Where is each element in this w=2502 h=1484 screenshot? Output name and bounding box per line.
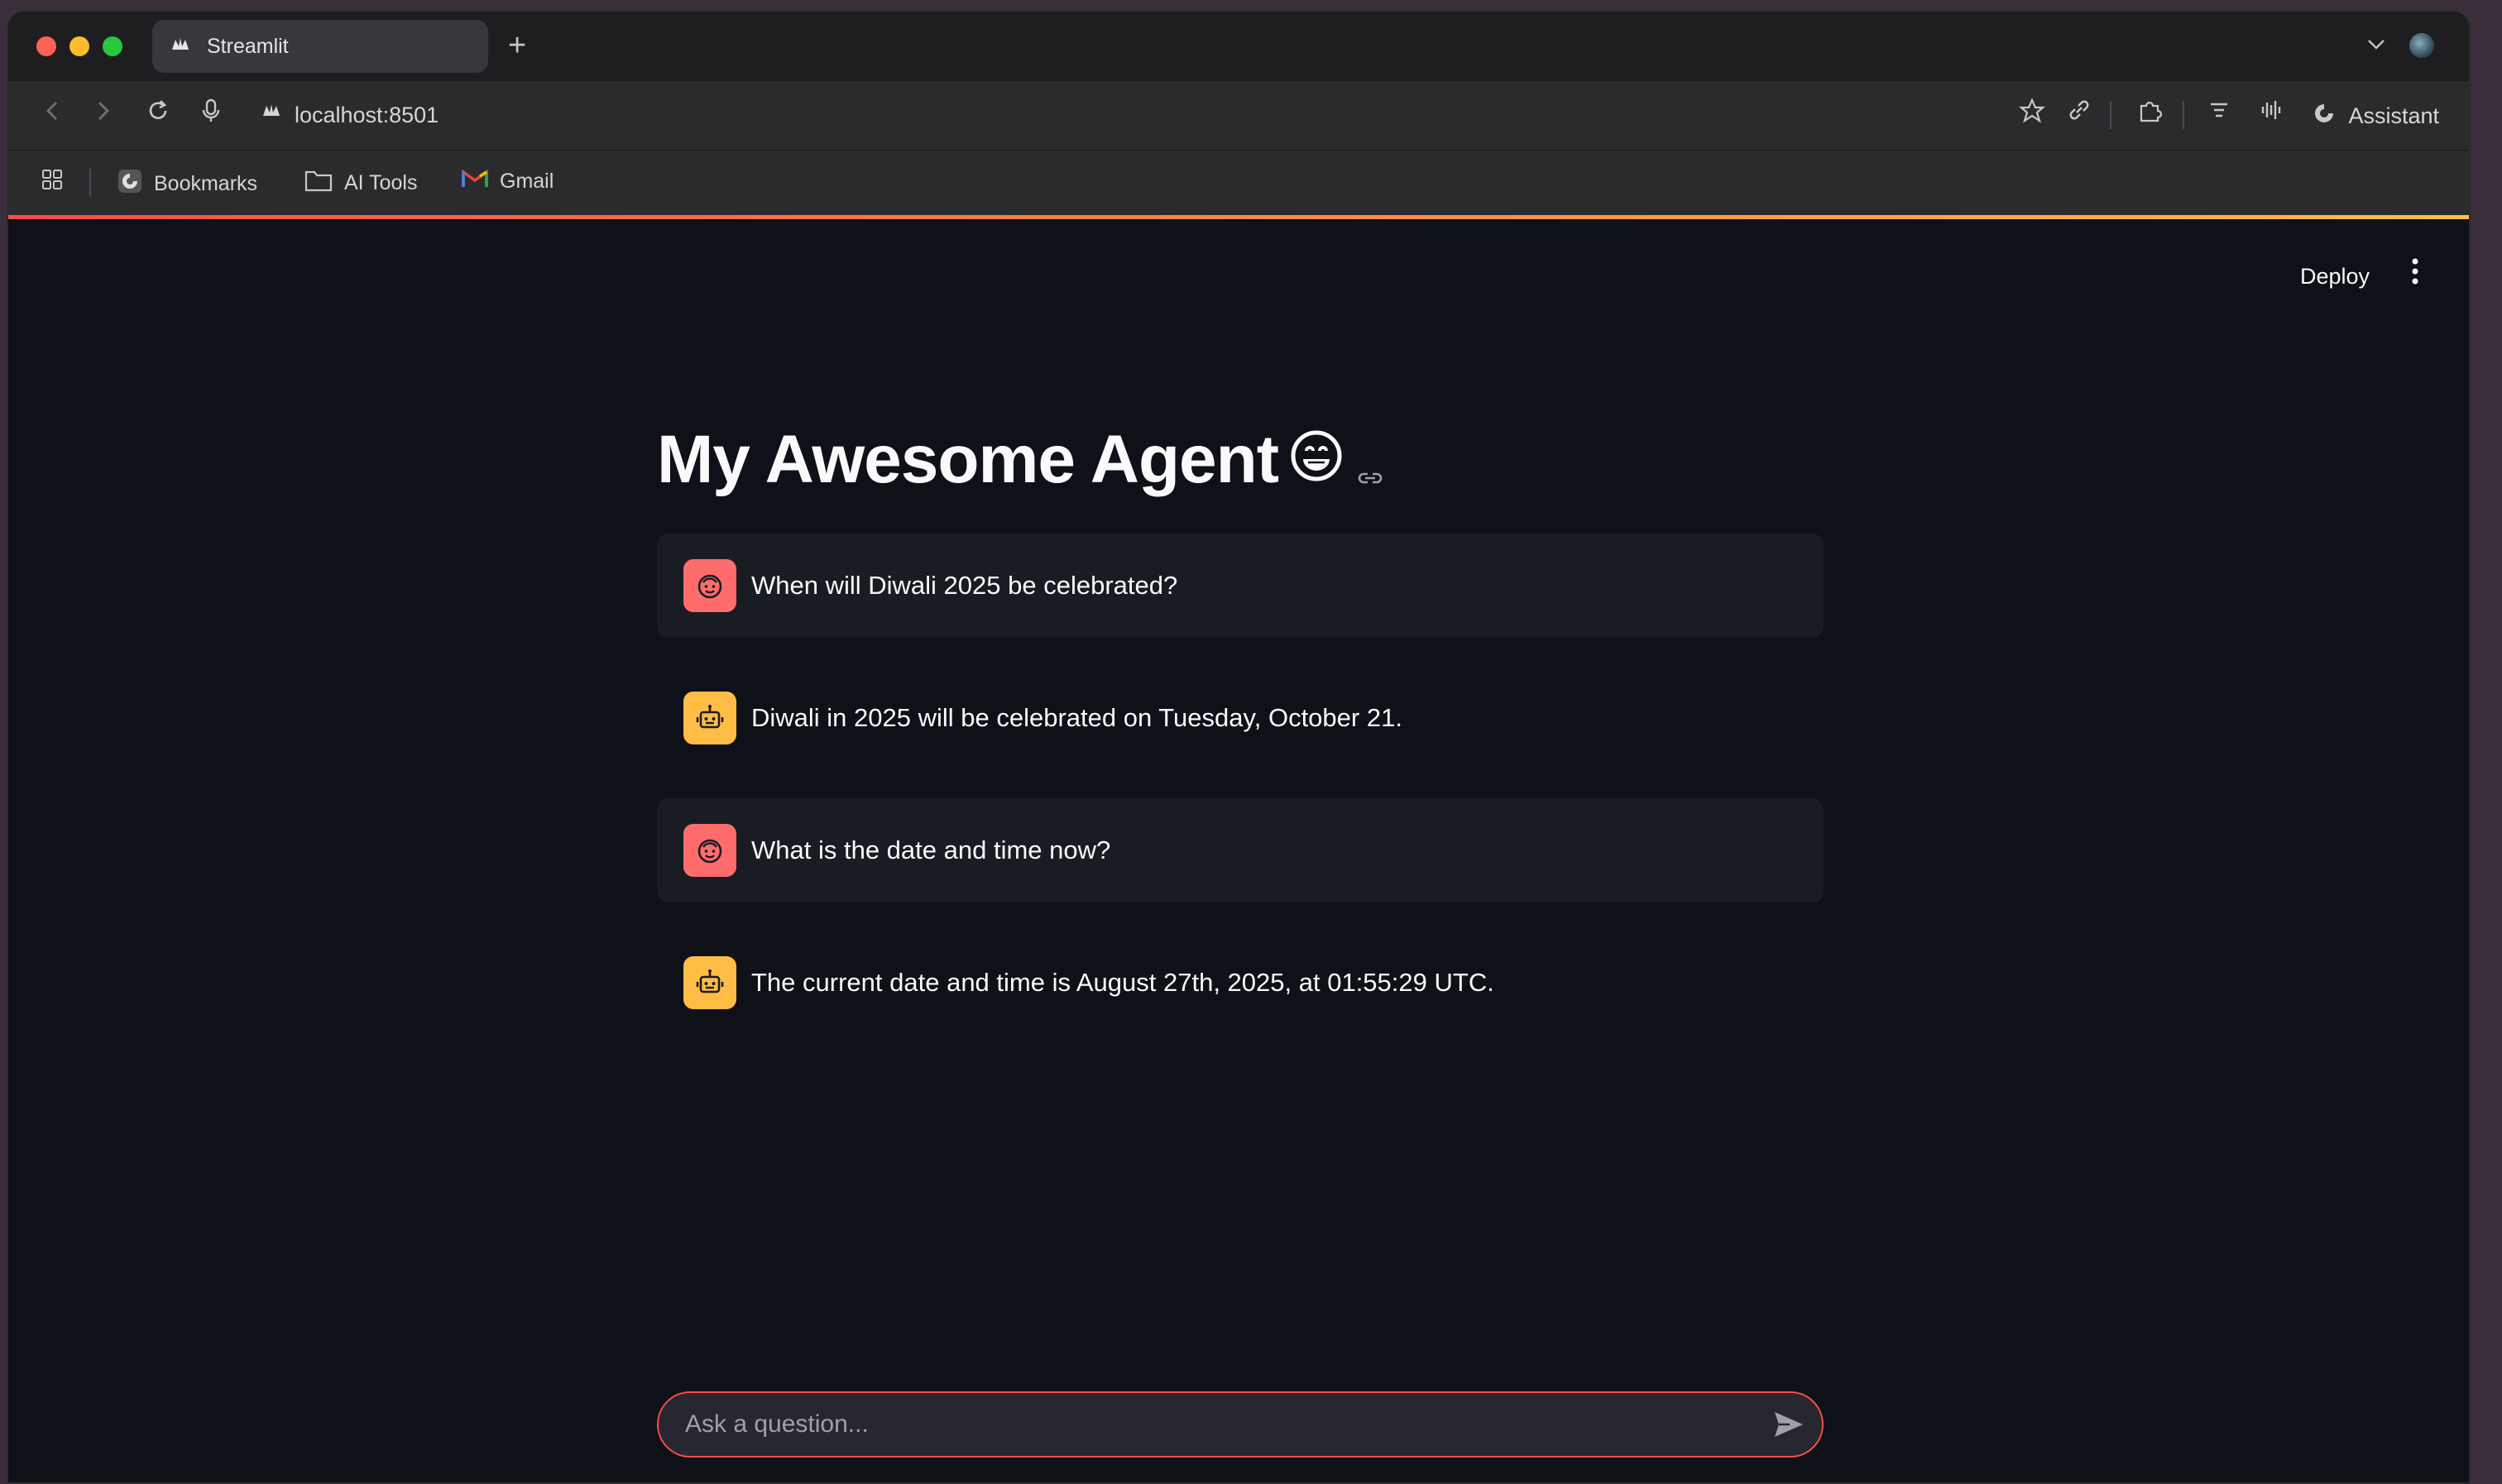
message-text: The current date and time is August 27th… (751, 968, 1494, 997)
bookmark-label: Bookmarks (154, 172, 258, 195)
minimize-window-button[interactable] (70, 36, 89, 56)
back-icon[interactable] (43, 98, 61, 131)
page-title-text: My Awesome Agent (657, 422, 1279, 497)
chat-message-assistant: The current date and time is August 27th… (657, 931, 1824, 1035)
profile-avatar[interactable] (2409, 33, 2434, 58)
browser-tab[interactable]: Streamlit (152, 20, 488, 73)
assistant-label: Assistant (2348, 103, 2439, 128)
reader-mode-icon[interactable] (2207, 98, 2231, 131)
send-icon[interactable] (1756, 1410, 1822, 1439)
assistant-logo-icon (2312, 101, 2337, 132)
url-field[interactable]: localhost:8501 (295, 103, 439, 128)
deploy-button[interactable]: Deploy (2300, 264, 2370, 290)
page-title: My Awesome Agent (657, 416, 1384, 504)
link-icon[interactable] (2067, 98, 2092, 132)
anchor-link-icon[interactable] (1356, 426, 1384, 504)
new-tab-button[interactable]: + (508, 25, 526, 66)
microphone-icon[interactable] (200, 98, 222, 132)
app-content: Deploy My Awesome Agent When will Diwali… (8, 219, 2469, 1482)
apps-grid-icon[interactable] (41, 169, 63, 190)
bookmarks-bar: Bookmarks AI Tools Gmail (8, 151, 2469, 215)
message-text: What is the date and time now? (751, 835, 1111, 864)
forward-icon[interactable] (94, 98, 113, 131)
site-favicon-icon (261, 103, 281, 123)
smiling-face-icon (683, 824, 736, 877)
bookmark-item-ai-tools[interactable]: AI Tools (304, 169, 417, 198)
streamlit-favicon-icon (170, 36, 190, 57)
tab-bar: Streamlit + (8, 12, 2469, 81)
chat-message-user: What is the date and time now? (657, 798, 1824, 902)
bookmark-item-gmail[interactable]: Gmail (462, 169, 554, 194)
grinning-face-icon (1290, 421, 1343, 499)
message-text: When will Diwali 2025 be celebrated? (751, 571, 1178, 600)
bookmark-item-bookmarks[interactable]: Bookmarks (117, 169, 257, 199)
assistant-button[interactable]: Assistant (2312, 101, 2439, 132)
chat-input[interactable] (685, 1410, 1756, 1439)
chat-message-assistant: Diwali in 2025 will be celebrated on Tue… (657, 666, 1824, 770)
chat-input-container (657, 1391, 1824, 1458)
chat-message-user: When will Diwali 2025 be celebrated? (657, 534, 1824, 638)
audio-waveform-icon[interactable] (2259, 98, 2284, 132)
gmail-icon (462, 169, 488, 194)
main-menu-icon[interactable] (2411, 257, 2419, 293)
bookmark-label: Gmail (500, 170, 554, 193)
reload-icon[interactable] (146, 98, 170, 131)
bookmark-label: AI Tools (344, 171, 418, 194)
browser-window: Streamlit + localhost:8501 Assistant Boo… (7, 10, 2471, 1484)
address-bar: localhost:8501 Assistant (8, 81, 2469, 151)
chevron-down-icon[interactable] (2366, 31, 2386, 57)
bookmarks-logo-icon (117, 169, 142, 199)
folder-icon (304, 169, 333, 198)
smiling-face-icon (683, 559, 736, 612)
maximize-window-button[interactable] (103, 36, 122, 56)
robot-icon (683, 692, 736, 744)
close-window-button[interactable] (36, 36, 56, 56)
robot-icon (683, 956, 736, 1009)
extensions-icon[interactable] (2136, 98, 2163, 133)
bookmark-star-icon[interactable] (2019, 98, 2045, 133)
message-text: Diwali in 2025 will be celebrated on Tue… (751, 703, 1402, 732)
tab-title: Streamlit (207, 34, 289, 58)
